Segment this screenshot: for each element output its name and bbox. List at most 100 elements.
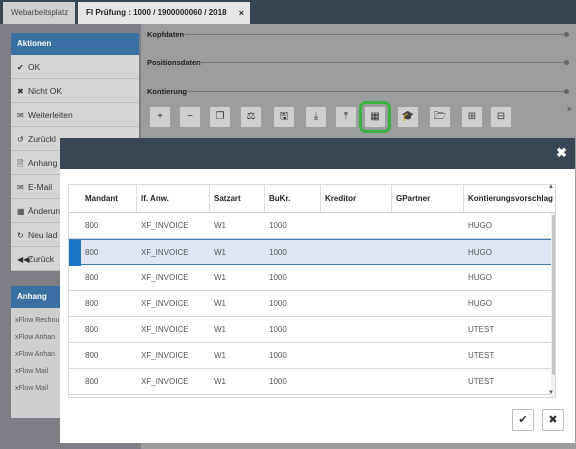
cell-satzart: W1 — [214, 299, 226, 308]
table-row[interactable]: 800 XF_INVOICE W1 1000 UTEST — [69, 369, 555, 395]
cell-kreditor — [321, 213, 325, 239]
row-selector[interactable] — [69, 291, 81, 317]
table-row[interactable]: 800 XF_INVOICE W1 1000 UTEST — [69, 317, 555, 343]
cell-gpartner — [392, 369, 396, 395]
section-positionsdaten[interactable]: Positionsdaten — [147, 58, 201, 67]
minus-square-icon: ⊟ — [496, 111, 506, 122]
vertical-scrollbar[interactable] — [551, 213, 555, 397]
row-selector[interactable] — [69, 265, 81, 291]
action-not-ok-button[interactable]: ✖ Nicht OK — [11, 79, 139, 103]
dialog-header: ✖ — [60, 138, 575, 169]
cell-gpartner — [392, 317, 396, 343]
cell-gpartner — [392, 291, 396, 317]
tab-bar: Webarbeitsplatz FI Prüfung : 1000 / 1900… — [0, 0, 576, 24]
close-icon[interactable]: ✖ — [556, 145, 567, 161]
col-lf-anw[interactable]: lf. Anw. — [137, 185, 210, 213]
add-row-button[interactable]: + — [149, 106, 171, 128]
col-kreditor[interactable]: Kreditor — [321, 185, 392, 213]
cell-bukr: 1000 — [269, 325, 287, 334]
action-label: OK — [28, 62, 41, 72]
col-mandant[interactable]: Mandant — [81, 185, 137, 213]
cell-satzart: W1 — [214, 273, 226, 282]
row-selector[interactable] — [69, 240, 81, 266]
cell-mandant: 800 — [85, 325, 99, 334]
cell-gpartner — [392, 240, 396, 266]
plus-icon: + — [157, 111, 163, 122]
times-icon: ✖ — [548, 414, 558, 426]
table-row[interactable]: 800 XF_INVOICE W1 1000 HUGO — [69, 265, 555, 291]
row-selector[interactable] — [69, 317, 81, 343]
minus-icon: − — [187, 111, 193, 122]
section-toggle-icon[interactable] — [564, 60, 569, 65]
expand-button[interactable]: ⊞ — [461, 106, 483, 128]
table-row[interactable]: 800 XF_INVOICE W1 1000 UTEST — [69, 343, 555, 369]
kontierung-dialog: ✖ Mandant lf. Anw. Satzart BuKr. Kredito… — [60, 138, 575, 443]
folder-open-icon: 🗁 — [433, 111, 447, 122]
row-selector[interactable] — [69, 213, 81, 239]
cell-mandant: 800 — [85, 221, 99, 230]
close-icon[interactable]: × — [239, 2, 244, 24]
template-button[interactable]: 🎓 — [397, 106, 419, 128]
refresh-icon: ↻ — [17, 231, 24, 240]
col-gpartner[interactable]: GPartner — [392, 185, 464, 213]
cell-lf-anw: XF_INVOICE — [141, 273, 189, 282]
chevron-right-icon[interactable]: » — [567, 104, 571, 113]
undo-icon: ↺ — [17, 135, 24, 144]
table-row[interactable]: 800 XF_INVOICE W1 1000 HUGO — [69, 213, 555, 239]
cell-satzart: W1 — [214, 351, 226, 360]
collapse-button[interactable]: ⊟ — [490, 106, 512, 128]
cell-kreditor — [321, 343, 325, 369]
cell-mandant: 800 — [85, 377, 99, 386]
action-label: Änderun — [28, 206, 61, 216]
action-label: Anhang — [28, 158, 58, 168]
save-button[interactable]: 🖫 — [273, 106, 295, 128]
open-folder-button[interactable]: 🗁 — [429, 106, 451, 128]
cell-mandant: 800 — [85, 248, 99, 257]
section-kontierung[interactable]: Kontierung — [147, 87, 187, 96]
cancel-button[interactable]: ✖ — [542, 409, 564, 431]
table-row[interactable]: 800 XF_INVOICE W1 1000 HUGO — [69, 239, 555, 266]
download-button[interactable]: ⤓ — [305, 106, 327, 128]
table-row[interactable]: 800 XF_INVOICE W1 1000 HUGO — [69, 291, 555, 317]
cell-lf-anw: XF_INVOICE — [141, 248, 189, 257]
cell-lf-anw: XF_INVOICE — [141, 325, 189, 334]
cell-kontierungsvorschlag: HUGO — [468, 248, 492, 257]
section-toggle-icon[interactable] — [564, 89, 569, 94]
scrollbar-thumb[interactable] — [552, 215, 555, 375]
cell-kontierungsvorschlag: UTEST — [468, 377, 495, 386]
scroll-up-icon[interactable]: ▲ — [548, 184, 554, 190]
cell-kreditor — [321, 265, 325, 291]
section-toggle-icon[interactable] — [564, 32, 569, 37]
tab-fi-pruefung[interactable]: FI Prüfung : 1000 / 1900000060 / 2018 × — [78, 2, 250, 24]
section-kopfdaten[interactable]: Kopfdaten — [147, 30, 184, 39]
col-bukr[interactable]: BuKr. — [265, 185, 321, 213]
col-satzart[interactable]: Satzart — [210, 185, 265, 213]
copy-button[interactable]: ❐ — [209, 106, 231, 128]
cell-satzart: W1 — [214, 221, 226, 230]
action-label: E-Mail — [28, 182, 53, 192]
row-selector[interactable] — [69, 369, 81, 395]
balance-button[interactable]: ⚖ — [240, 106, 262, 128]
confirm-button[interactable]: ✔ — [512, 409, 534, 431]
scroll-down-icon[interactable]: ▼ — [548, 390, 554, 396]
file-icon: 🗎 — [17, 159, 24, 168]
check-icon: ✔ — [17, 63, 24, 72]
envelope-icon: ✉ — [17, 111, 24, 120]
cell-lf-anw: XF_INVOICE — [141, 351, 189, 360]
action-forward-button[interactable]: ✉ Weiterleiten — [11, 103, 139, 127]
backward-icon: ◀◀ — [17, 255, 30, 264]
cell-kreditor — [321, 240, 325, 266]
upload-button[interactable]: ⤒ — [335, 106, 357, 128]
cell-mandant: 800 — [85, 351, 99, 360]
graduation-cap-icon: 🎓 — [401, 111, 415, 122]
action-label: Zurück — [28, 254, 54, 264]
col-kontierungsvorschlag[interactable]: Kontierungsvorschlag — [464, 185, 553, 213]
table-button[interactable]: ▦ — [359, 101, 391, 133]
cell-bukr: 1000 — [269, 299, 287, 308]
row-selector[interactable] — [69, 343, 81, 369]
plus-square-icon: ⊞ — [467, 111, 477, 122]
section-divider — [199, 62, 566, 63]
remove-row-button[interactable]: − — [179, 106, 201, 128]
tab-webarbeitsplatz[interactable]: Webarbeitsplatz — [3, 2, 75, 24]
action-ok-button[interactable]: ✔ OK — [11, 55, 139, 79]
